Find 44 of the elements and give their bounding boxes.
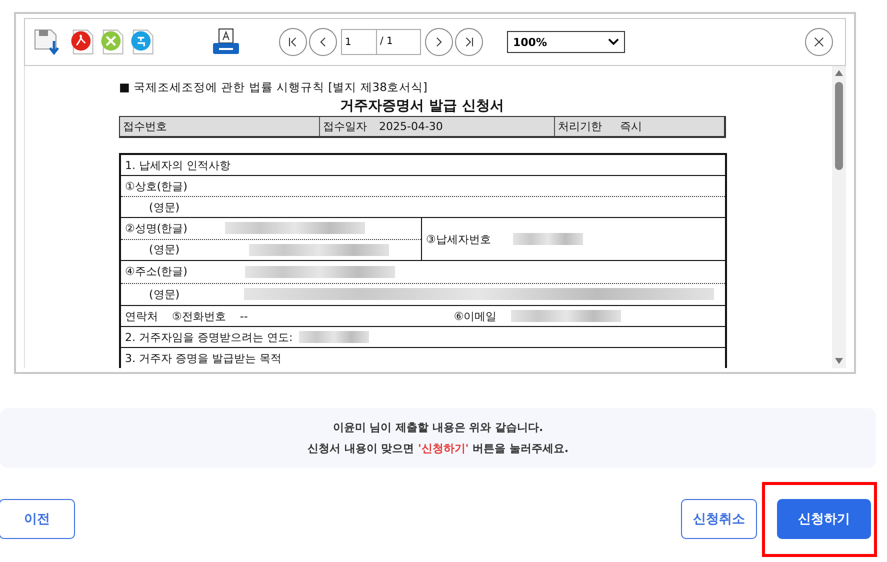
receipt-label: 접수일자	[323, 119, 367, 134]
page-total: / 1	[377, 29, 421, 55]
field-label: ⑤전화번호	[172, 308, 226, 324]
close-button[interactable]	[805, 28, 833, 56]
document-title: 거주자증명서 발급 신청서	[339, 97, 505, 116]
close-icon	[812, 35, 826, 49]
field-label: ④주소(한글)	[125, 264, 188, 280]
receipt-label: 처리기한	[558, 119, 602, 134]
phone-value: --	[240, 310, 249, 322]
submit-button[interactable]: 신청하기	[777, 498, 871, 538]
receipt-value: 즉시	[620, 119, 642, 134]
field-label: 연락처	[125, 308, 158, 324]
notice-text: 신청서 내용이 맞으면 '신청하기' 버튼을 눌러주세요.	[307, 441, 569, 456]
scrollbar-thumb[interactable]	[835, 82, 843, 170]
scroll-down-icon[interactable]	[835, 358, 843, 364]
section-heading: 2. 거주자임을 증명받으려는 연도:	[125, 330, 293, 344]
field-label: ③납세자번호	[426, 232, 491, 246]
scrollbar[interactable]	[832, 66, 846, 368]
field-label: ①상호(한글)	[125, 178, 188, 194]
excel-file-icon[interactable]	[99, 28, 125, 56]
caret-icon	[608, 38, 619, 46]
field-label: (영문)	[148, 242, 181, 258]
section-heading: 1. 납세자의 인적사항	[125, 158, 230, 172]
first-page-button[interactable]	[279, 28, 307, 56]
field-label: ⑥이메일	[454, 308, 497, 324]
notice-text: 이윤미 님이 제출할 내용은 위와 같습니다.	[332, 420, 544, 435]
field-label: (영문)	[148, 200, 180, 214]
action-button[interactable]: 신청취소	[681, 499, 757, 539]
scroll-up-icon[interactable]	[835, 70, 843, 76]
receipt-value: 2025-04-30	[379, 120, 443, 133]
section-heading: 3. 거주자 증명을 발급받는 목적	[125, 350, 282, 366]
form-reference: ■ 국제조세조정에 관한 법률 시행규칙 [별지 제38호서식]	[119, 79, 428, 96]
pdf-file-icon[interactable]	[69, 28, 95, 56]
action-button[interactable]: 이전	[0, 499, 75, 539]
last-page-button[interactable]	[455, 28, 483, 56]
redacted-value	[298, 331, 369, 343]
zoom-dropdown[interactable]: 100%	[507, 31, 625, 53]
redacted-value	[512, 233, 583, 245]
field-label: ②성명(한글)	[125, 220, 188, 236]
document-file-icon[interactable]	[129, 28, 155, 56]
field-label: (영문)	[148, 286, 181, 302]
page-number-field[interactable]: 1	[341, 29, 377, 55]
print-icon[interactable]	[211, 27, 241, 57]
receipt-label: 접수번호	[123, 119, 167, 134]
